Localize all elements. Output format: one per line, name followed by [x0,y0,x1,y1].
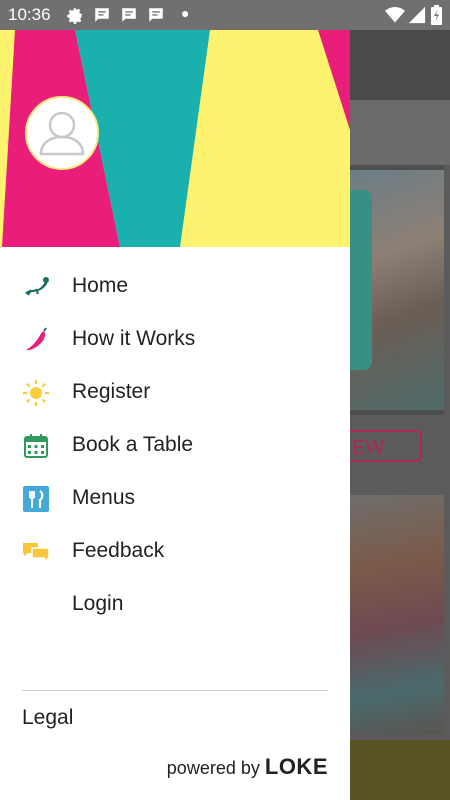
menu-item-label: Book a Table [72,433,194,456]
background-strip [350,100,450,165]
background-image [350,170,444,410]
powered-by-label: powered by [166,758,260,778]
menu-item-book-a-table[interactable]: Book a Table [0,419,350,472]
divider [22,690,328,691]
background-view-button: EW [350,430,422,462]
background-card [350,165,444,415]
brand-logo: LOKE [264,754,328,779]
message-icon [93,6,111,29]
menu-item-label: Menus [72,486,136,509]
background-bottom-bar [350,740,450,800]
status-bar: 10:36 ● [0,0,450,30]
sun-icon [22,379,50,407]
background-toolbar [350,30,450,100]
menu-item-feedback[interactable]: Feedback [0,525,350,578]
chili-icon [22,326,50,354]
signal-icon [408,6,426,29]
menu-item-register[interactable]: Register [0,366,350,419]
menu-item-login[interactable]: Login [0,578,350,631]
chat-bubbles-icon [22,538,50,566]
menu-item-label: Register [72,380,151,403]
lizard-icon [22,273,50,301]
navigation-drawer: Home How it Works Register Book a Table … [0,30,350,800]
avatar[interactable] [25,96,99,170]
user-icon [39,111,85,156]
status-time: 10:36 [8,5,51,24]
wifi-icon [385,6,405,29]
drawer-header [0,30,350,247]
calendar-icon [22,432,50,460]
message-icon [147,6,165,29]
powered-by-footer: powered by LOKE [167,754,328,780]
menu-item-label: Feedback [72,539,165,562]
menu-item-home[interactable]: Home [0,260,350,313]
menu-item-how-it-works[interactable]: How it Works [0,313,350,366]
settings-icon [66,6,84,29]
menu-item-label: Login [72,592,124,615]
fork-knife-icon [22,485,50,513]
legal-link[interactable]: Legal [22,706,73,730]
background-app[interactable]: EW [350,30,450,800]
message-icon [120,6,138,29]
battery-icon [431,5,442,30]
menu-item-label: How it Works [72,327,196,350]
background-image [350,495,444,735]
menu-item-label: Home [72,274,129,297]
menu-item-menus[interactable]: Menus [0,472,350,525]
dot-icon: ● [181,5,190,21]
